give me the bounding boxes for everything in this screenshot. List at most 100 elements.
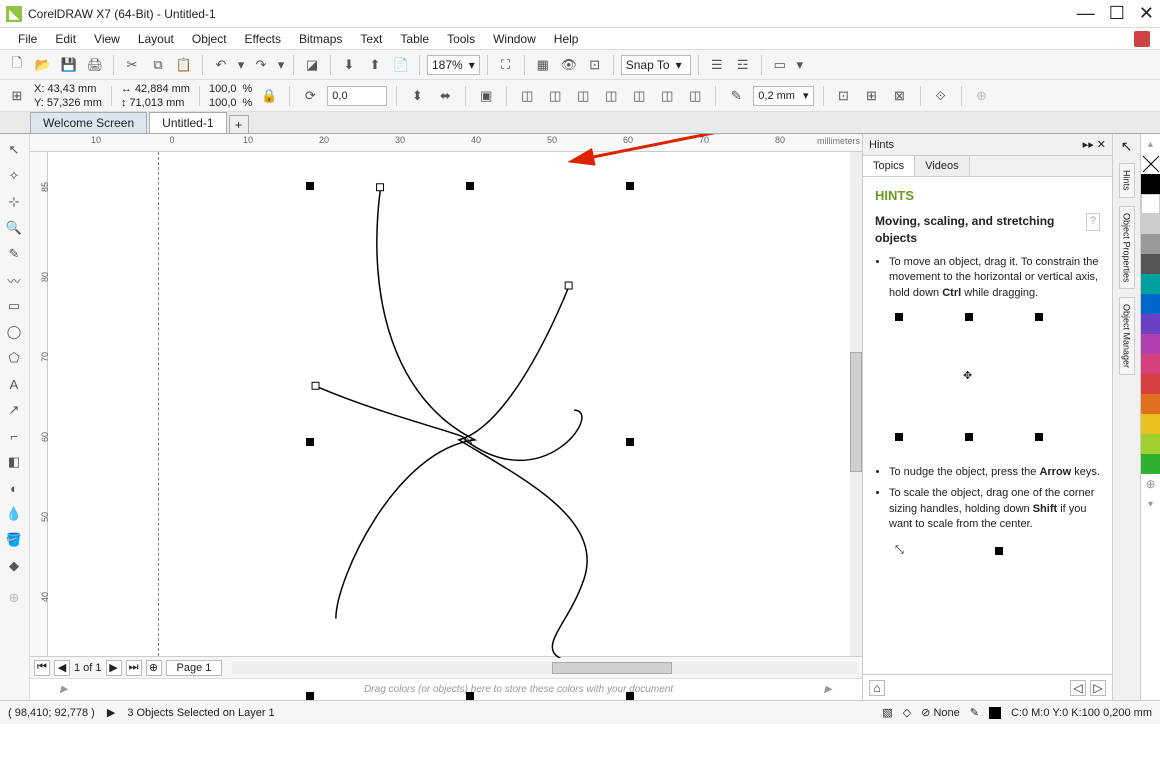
drop-shadow-tool[interactable]: ◧: [2, 450, 26, 474]
options-icon[interactable]: ☰: [706, 54, 728, 76]
document-palette[interactable]: ▶ Drag colors (or objects) here to store…: [30, 678, 862, 700]
menu-window[interactable]: Window: [485, 30, 544, 48]
menu-tools[interactable]: Tools: [439, 30, 483, 48]
menu-layout[interactable]: Layout: [130, 30, 182, 48]
ruler-vertical[interactable]: 85 80 70 60 50 40: [30, 152, 48, 656]
paste-icon[interactable]: 📋: [173, 54, 195, 76]
import-icon[interactable]: ⬇: [338, 54, 360, 76]
copy-icon[interactable]: ⧉: [147, 54, 169, 76]
hints-tab-videos[interactable]: Videos: [915, 156, 969, 176]
new-tab-button[interactable]: +: [229, 115, 249, 133]
transparency-tool[interactable]: ◐: [2, 476, 26, 500]
redo-dropdown[interactable]: ▾: [276, 54, 286, 76]
selection-handle[interactable]: [626, 438, 634, 446]
new-icon[interactable]: 🗋: [6, 54, 28, 76]
menu-help[interactable]: Help: [546, 30, 587, 48]
redo-icon[interactable]: ↷: [250, 54, 272, 76]
maximize-button[interactable]: ☐: [1109, 3, 1125, 24]
selection-handle[interactable]: [466, 182, 474, 190]
palette-add-icon[interactable]: ⊕: [1141, 474, 1160, 494]
launch-dropdown[interactable]: ▾: [795, 54, 805, 76]
hints-home-button[interactable]: ⌂: [869, 680, 885, 696]
artistic-media-tool[interactable]: 〰: [2, 268, 26, 292]
eyedropper-tool[interactable]: 💧: [2, 502, 26, 526]
open-icon[interactable]: 📂: [32, 54, 54, 76]
align-icon[interactable]: ⊞: [861, 85, 883, 107]
page-next-button[interactable]: ▶: [106, 660, 122, 676]
palette-swatch[interactable]: [1141, 194, 1160, 214]
palette-swatch[interactable]: [1141, 334, 1160, 354]
palette-swatch[interactable]: [1141, 454, 1160, 474]
docker-tab-object-properties[interactable]: Object Properties: [1119, 206, 1135, 290]
cut-icon[interactable]: ✂: [121, 54, 143, 76]
undo-icon[interactable]: ↶: [210, 54, 232, 76]
palette-swatch[interactable]: [1141, 314, 1160, 334]
rectangle-tool[interactable]: ▭: [2, 294, 26, 318]
horizontal-scrollbar[interactable]: [232, 662, 858, 674]
selection-handle[interactable]: [626, 692, 634, 700]
fill-indicator-icon[interactable]: ▧: [882, 706, 892, 719]
palette-swatch[interactable]: [1141, 294, 1160, 314]
toolbox-add-icon[interactable]: ⊕: [2, 586, 26, 610]
to-front-icon[interactable]: ▣: [475, 85, 497, 107]
back-minus-front-icon[interactable]: ◫: [656, 85, 678, 107]
save-icon[interactable]: 💾: [58, 54, 80, 76]
polygon-tool[interactable]: ⬠: [2, 346, 26, 370]
menu-object[interactable]: Object: [184, 30, 235, 48]
dimension-tool[interactable]: ↗: [2, 398, 26, 422]
palette-swatch[interactable]: [1141, 174, 1160, 194]
palette-none[interactable]: [1141, 154, 1160, 174]
palette-swatch[interactable]: [1141, 434, 1160, 454]
show-grid-icon[interactable]: 👁: [558, 54, 580, 76]
page-last-button[interactable]: ⏭: [126, 660, 142, 676]
rotation-angle[interactable]: 0,0: [327, 86, 387, 106]
canvas[interactable]: ×: [48, 152, 862, 656]
selection-handle[interactable]: [466, 692, 474, 700]
page-prev-button[interactable]: ◀: [54, 660, 70, 676]
ruler-horizontal[interactable]: millimeters 10 0 10 20 30 40 50 60 70 80: [30, 134, 862, 152]
mirror-h-icon[interactable]: ⬍: [406, 85, 428, 107]
close-button[interactable]: ✕: [1139, 3, 1154, 24]
mirror-v-icon[interactable]: ⬌: [434, 85, 456, 107]
shape-tool[interactable]: ✧: [2, 164, 26, 188]
palette-swatch[interactable]: [1141, 234, 1160, 254]
interactive-fill-tool[interactable]: ◆: [2, 554, 26, 578]
intersect-icon[interactable]: ◫: [572, 85, 594, 107]
zoom-tool[interactable]: 🔍: [2, 216, 26, 240]
add-page-button[interactable]: ⊕: [146, 660, 162, 676]
connector-tool[interactable]: ⌐: [2, 424, 26, 448]
hints-back-button[interactable]: ◁: [1070, 680, 1086, 696]
outline-width[interactable]: 0,2 mm▾: [753, 86, 813, 106]
menu-edit[interactable]: Edit: [47, 30, 84, 48]
page-tab[interactable]: Page 1: [166, 660, 223, 676]
zoom-level[interactable]: 187%▾: [427, 55, 480, 75]
palette-swatch[interactable]: [1141, 214, 1160, 234]
selection-handle[interactable]: [626, 182, 634, 190]
fill-swatch-icon[interactable]: ◇: [903, 706, 911, 719]
hints-help-button-icon[interactable]: ?: [1086, 213, 1100, 230]
palette-swatch[interactable]: [1141, 394, 1160, 414]
menu-bitmaps[interactable]: Bitmaps: [291, 30, 350, 48]
fill-tool[interactable]: 🪣: [2, 528, 26, 552]
user-icon[interactable]: [1134, 31, 1150, 47]
palette-swatch[interactable]: [1141, 414, 1160, 434]
selection-handle[interactable]: [306, 438, 314, 446]
palette-swatch[interactable]: [1141, 254, 1160, 274]
fullscreen-icon[interactable]: ⛶: [495, 54, 517, 76]
minimize-button[interactable]: —: [1077, 3, 1095, 24]
launch-icon[interactable]: ▭: [769, 54, 791, 76]
pick-tool[interactable]: ↖: [2, 138, 26, 162]
palette-swatch[interactable]: [1141, 354, 1160, 374]
hints-forward-button[interactable]: ▷: [1090, 680, 1106, 696]
show-rulers-icon[interactable]: ▦: [532, 54, 554, 76]
menu-file[interactable]: File: [10, 30, 45, 48]
palette-swatch[interactable]: [1141, 374, 1160, 394]
print-icon[interactable]: 🖨: [84, 54, 106, 76]
publish-pdf-icon[interactable]: 📄: [390, 54, 412, 76]
convert-curves-icon[interactable]: ⟐: [930, 85, 952, 107]
palette-swatch[interactable]: [1141, 274, 1160, 294]
menu-effects[interactable]: Effects: [237, 30, 289, 48]
front-minus-back-icon[interactable]: ◫: [628, 85, 650, 107]
options2-icon[interactable]: ☲: [732, 54, 754, 76]
menu-table[interactable]: Table: [392, 30, 437, 48]
